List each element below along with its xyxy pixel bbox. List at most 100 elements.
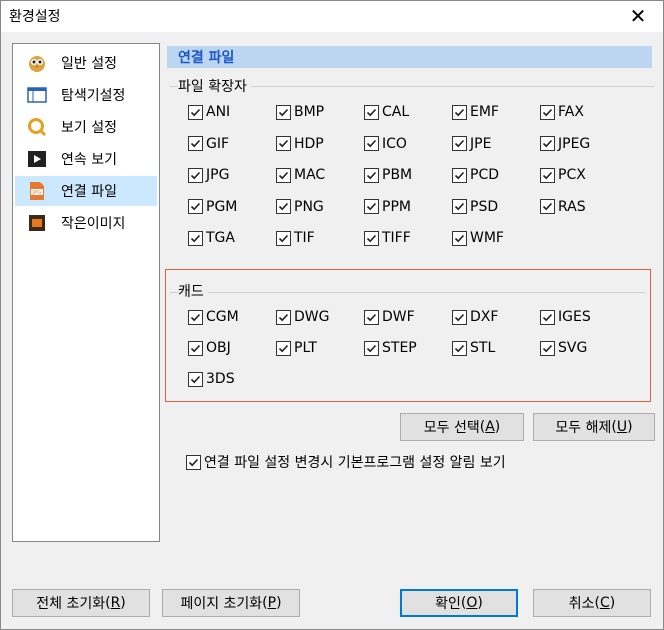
ext-checkbox[interactable]: BMP [276, 102, 324, 122]
checkbox-box[interactable] [276, 230, 291, 246]
reset-page-button[interactable]: 페이지 초기화(P) [162, 589, 300, 617]
checkbox-box[interactable] [188, 230, 203, 246]
checkbox-label: PSD [470, 198, 499, 215]
ext-checkbox[interactable]: TIFF [364, 228, 411, 248]
checkbox-label: FAX [558, 104, 584, 120]
checkbox-box[interactable] [364, 230, 379, 246]
checkbox-box[interactable] [276, 167, 291, 183]
checkbox-box[interactable] [188, 104, 203, 120]
film-icon [27, 213, 47, 233]
button-label: 취소 [568, 596, 595, 612]
checkbox-box[interactable] [188, 199, 203, 214]
ext-checkbox[interactable]: EMF [452, 102, 499, 122]
ext-checkbox[interactable]: JPEG [540, 134, 590, 154]
checkbox-label: TIFF [382, 230, 411, 246]
ext-checkbox[interactable]: HDP [276, 134, 324, 154]
ext-checkbox[interactable]: CAL [364, 102, 409, 122]
ext-checkbox[interactable]: DXF [452, 307, 498, 327]
sidebar-item-explorer[interactable]: 탐색기설정 [15, 80, 157, 110]
checkbox-box[interactable] [188, 309, 203, 325]
checkbox-box[interactable] [276, 136, 291, 151]
checkbox-box[interactable] [540, 309, 555, 325]
cancel-button[interactable]: 취소(C) [533, 589, 651, 617]
checkbox-label: BMP [294, 104, 325, 120]
sidebar-item-slideshow[interactable]: 연속 보기 [15, 144, 157, 174]
ext-checkbox[interactable]: 3DS [188, 369, 235, 389]
checkbox-box[interactable] [188, 371, 203, 387]
checkbox-label: EMF [470, 104, 499, 120]
checkbox-box[interactable] [540, 340, 555, 356]
ext-checkbox[interactable]: PBM [364, 165, 412, 185]
ext-checkbox[interactable]: PSD [452, 197, 498, 217]
checkbox-box[interactable] [452, 340, 467, 356]
reset-all-button[interactable]: 전체 초기화(R) [12, 589, 150, 617]
checkbox-box[interactable] [364, 340, 379, 356]
checkbox-box[interactable] [540, 167, 555, 183]
ext-checkbox[interactable]: ICO [364, 134, 407, 154]
checkbox-box[interactable] [276, 199, 291, 214]
ext-checkbox[interactable]: DWG [276, 307, 329, 327]
ext-checkbox[interactable]: SVG [540, 338, 587, 358]
checkbox-box[interactable] [188, 136, 203, 151]
ext-checkbox[interactable]: STL [452, 338, 495, 358]
checkbox-box[interactable] [452, 104, 467, 120]
checkbox-box[interactable] [452, 230, 467, 246]
ext-checkbox[interactable]: WMF [452, 228, 504, 248]
ext-checkbox[interactable]: PLT [276, 338, 317, 358]
ext-checkbox[interactable]: TIF [276, 228, 315, 248]
play-icon [27, 149, 47, 169]
ok-button[interactable]: 확인(O) [400, 589, 518, 617]
checkbox-box[interactable] [364, 136, 379, 151]
checkbox-label: PNG [294, 198, 324, 215]
deselect-all-button[interactable]: 모두 해제(U) [533, 413, 655, 441]
ext-checkbox[interactable]: PNG [276, 197, 324, 217]
sidebar-item-file-assoc[interactable]: JPG 연결 파일 [15, 176, 157, 206]
checkbox-box[interactable] [540, 136, 555, 151]
checkbox-box[interactable] [276, 340, 291, 356]
ext-checkbox[interactable]: TGA [188, 228, 235, 248]
ext-checkbox[interactable]: MAC [276, 165, 325, 185]
checkbox-label: PBM [382, 167, 413, 183]
checkbox-label: SVG [558, 340, 588, 356]
notify-checkbox[interactable]: 연결 파일 설정 변경시 기본프로그램 설정 알림 보기 [186, 452, 506, 472]
ext-checkbox[interactable]: PPM [364, 197, 411, 217]
checkbox-box[interactable] [276, 309, 291, 325]
ext-checkbox[interactable]: PGM [188, 197, 237, 217]
sidebar-item-thumbnail[interactable]: 작은이미지 [15, 208, 157, 238]
ext-checkbox[interactable]: IGES [540, 307, 591, 327]
checkbox-box[interactable] [188, 167, 203, 183]
ext-checkbox[interactable]: JPE [452, 134, 491, 154]
ext-checkbox[interactable]: PCD [452, 165, 499, 185]
checkbox-box[interactable] [186, 454, 201, 470]
checkbox-box[interactable] [276, 104, 291, 120]
checkbox-box[interactable] [364, 104, 379, 120]
ext-checkbox[interactable]: JPG [188, 165, 229, 185]
checkbox-box[interactable] [452, 136, 467, 151]
ext-checkbox[interactable]: STEP [364, 338, 417, 358]
sidebar-item-label: 작은이미지 [61, 216, 126, 232]
ext-checkbox[interactable]: ANI [188, 102, 230, 122]
checkbox-box[interactable] [452, 167, 467, 183]
ext-checkbox[interactable]: GIF [188, 134, 229, 154]
checkbox-label: CAL [382, 104, 410, 120]
checkbox-box[interactable] [364, 309, 379, 325]
checkbox-box[interactable] [452, 199, 467, 214]
hotkey: U [616, 419, 628, 435]
select-all-button[interactable]: 모두 선택(A) [400, 413, 524, 441]
sidebar-item-general[interactable]: 일반 설정 [15, 48, 157, 78]
ext-checkbox[interactable]: RAS [540, 197, 586, 217]
ext-checkbox[interactable]: PCX [540, 165, 586, 185]
checkbox-box[interactable] [188, 340, 203, 356]
checkbox-box[interactable] [540, 104, 555, 120]
ext-checkbox[interactable]: DWF [364, 307, 415, 327]
checkbox-box[interactable] [540, 199, 555, 214]
sidebar-item-view[interactable]: 보기 설정 [15, 112, 157, 142]
checkbox-box[interactable] [364, 167, 379, 183]
ext-checkbox[interactable]: CGM [188, 307, 239, 327]
close-button[interactable]: ✕ [618, 2, 658, 30]
ext-checkbox[interactable]: OBJ [188, 338, 231, 358]
ext-checkbox[interactable]: FAX [540, 102, 584, 122]
checkbox-box[interactable] [452, 309, 467, 325]
checkbox-box[interactable] [364, 199, 379, 214]
checkbox-label: PGM [206, 198, 238, 215]
